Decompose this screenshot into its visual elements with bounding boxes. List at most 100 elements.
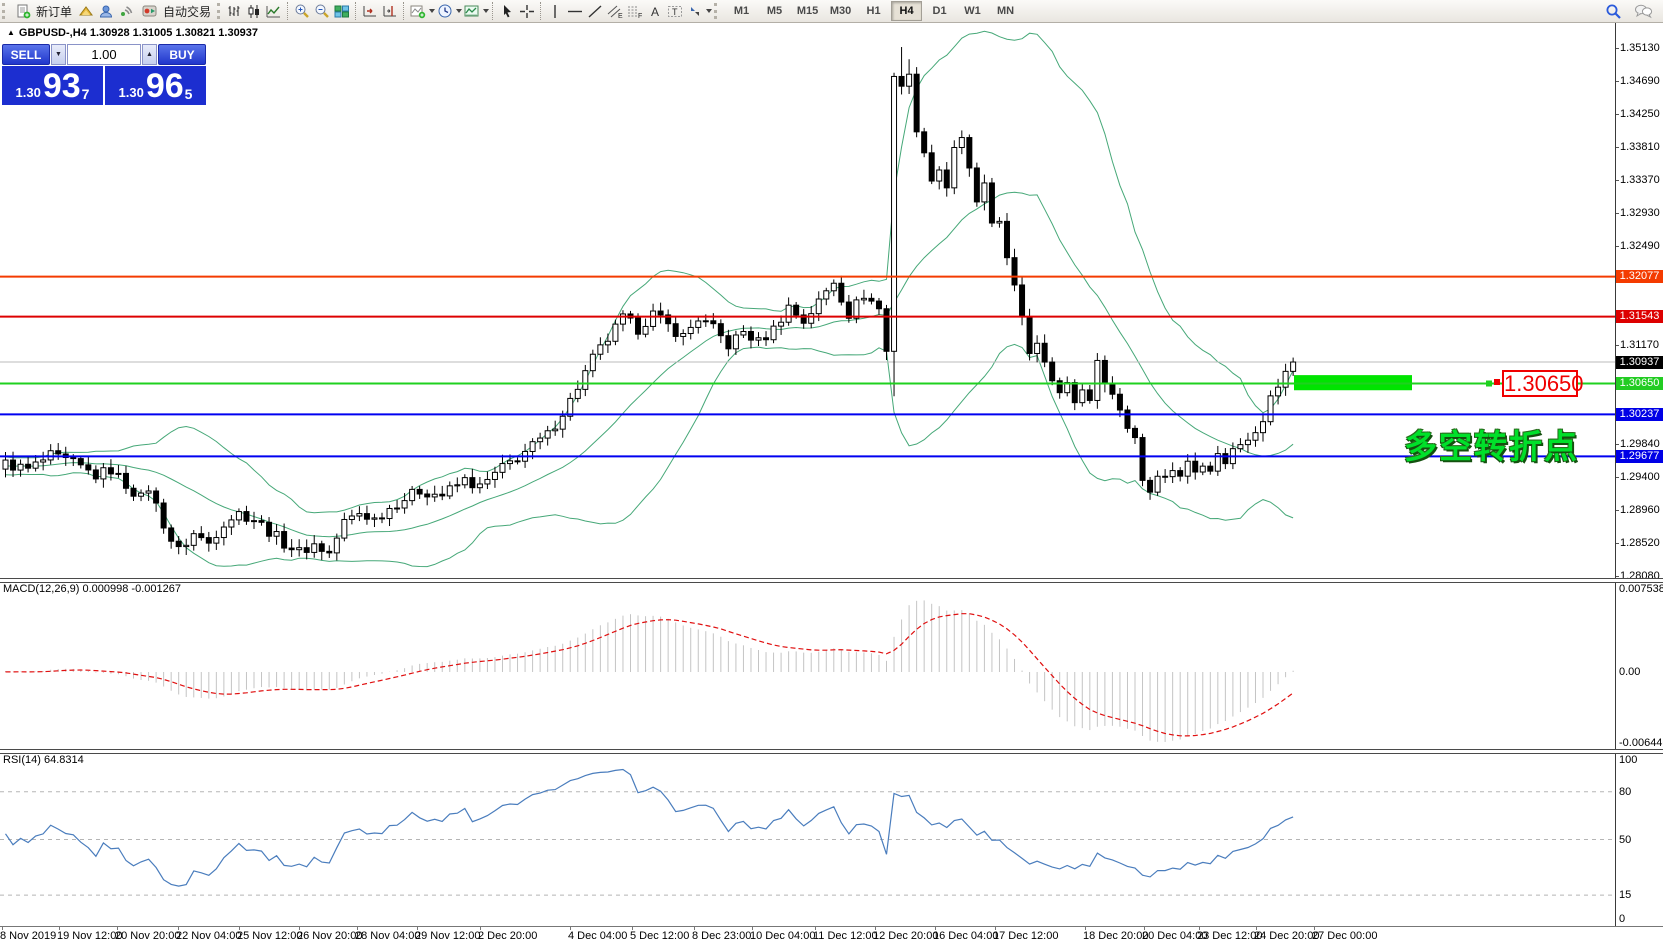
- volume-decrease-button[interactable]: ▼: [51, 44, 66, 65]
- toolbar-separator: [403, 2, 404, 20]
- line-anchor-square: [1486, 381, 1492, 387]
- timeframe-m15-button[interactable]: M15: [792, 1, 823, 21]
- vertical-line-icon[interactable]: [545, 1, 565, 21]
- rsi-pane-separator[interactable]: [0, 749, 1663, 754]
- trendline-icon[interactable]: [585, 1, 605, 21]
- signals-icon[interactable]: [116, 1, 136, 21]
- svg-text:E: E: [618, 13, 623, 19]
- horizontal-line-icon[interactable]: [565, 1, 585, 21]
- timeframe-d1-button[interactable]: D1: [924, 1, 955, 21]
- time-axis-label: 29 Nov 12:00: [415, 930, 480, 942]
- macd-pane-separator[interactable]: [0, 578, 1663, 583]
- auto-trading-icon: [140, 1, 160, 21]
- line-chart-icon[interactable]: [264, 1, 284, 21]
- callout-anchor-square[interactable]: [1494, 379, 1500, 385]
- price-axis-line: [1615, 22, 1616, 926]
- buy-price[interactable]: 1.30965: [105, 66, 206, 105]
- search-icon[interactable]: [1603, 1, 1623, 21]
- volume-input[interactable]: 1.00: [67, 44, 141, 65]
- tile-windows-icon[interactable]: [332, 1, 352, 21]
- annotation-text[interactable]: 多空转折点: [1404, 420, 1579, 468]
- timeframe-bar: M1M5M15M30H1H4D1W1MN: [725, 1, 1022, 21]
- rsi-line: [6, 770, 1294, 887]
- template-icon[interactable]: [462, 1, 482, 21]
- toolbar: 新订单 自动交易 E F A T M1M5M15M30H1H4D1W1MN: [0, 0, 1663, 23]
- market-watch-icon[interactable]: [76, 1, 96, 21]
- time-axis-label: 22 Nov 04:00: [176, 930, 241, 942]
- time-axis-label: 11 Dec 12:00: [813, 930, 878, 942]
- buy-price-pip: 5: [185, 86, 193, 102]
- auto-scroll-icon[interactable]: [360, 1, 380, 21]
- timeframe-m5-button[interactable]: M5: [759, 1, 790, 21]
- cursor-icon[interactable]: [497, 1, 517, 21]
- text-icon[interactable]: A: [645, 1, 665, 21]
- rsi-indicator-label: RSI(14) 64.8314: [3, 754, 84, 766]
- new-order-button[interactable]: 新订单: [9, 1, 76, 21]
- time-axis-label: 24 Dec 20:00: [1254, 930, 1319, 942]
- svg-text:A: A: [651, 5, 659, 19]
- time-axis-label: 5 Dec 12:00: [630, 930, 689, 942]
- bollinger-bands: [6, 31, 1294, 566]
- community-icon[interactable]: [96, 1, 116, 21]
- toolbar-separator: [355, 2, 356, 20]
- toolbar-separator: [492, 2, 493, 20]
- template-dropdown-icon[interactable]: [483, 9, 489, 13]
- buy-price-prefix: 1.30: [119, 85, 144, 100]
- timeframe-w1-button[interactable]: W1: [957, 1, 988, 21]
- macd-indicator-label: MACD(12,26,9) 0.000998 -0.001267: [3, 583, 181, 595]
- time-axis-line: [0, 926, 1663, 927]
- macd-signal-line: [6, 614, 1294, 736]
- time-axis-label: 17 Dec 12:00: [993, 930, 1058, 942]
- new-order-icon: [13, 1, 33, 21]
- new-order-label: 新订单: [36, 3, 72, 20]
- candlestick-chart-icon[interactable]: [244, 1, 264, 21]
- timeframe-m1-button[interactable]: M1: [726, 1, 757, 21]
- buy-button[interactable]: BUY: [158, 44, 206, 65]
- arrows-icon[interactable]: [685, 1, 705, 21]
- buy-price-big: 96: [146, 71, 184, 102]
- time-axis-label: 12 Dec 20:00: [873, 930, 938, 942]
- time-axis-label: 8 Dec 23:00: [692, 930, 751, 942]
- price-callout-label[interactable]: 1.30650: [1502, 370, 1578, 397]
- sell-price-big: 93: [43, 71, 81, 102]
- text-label-icon[interactable]: T: [665, 1, 685, 21]
- time-axis-label: 2 Dec 20:00: [478, 930, 537, 942]
- sell-button[interactable]: SELL: [2, 44, 50, 65]
- time-axis-label: 18 Dec 20:00: [1083, 930, 1148, 942]
- time-axis-label: 19 Nov 12:00: [57, 930, 122, 942]
- timeframe-h1-button[interactable]: H1: [858, 1, 889, 21]
- time-axis-label: 25 Nov 12:00: [237, 930, 302, 942]
- time-axis-label: 20 Nov 20:00: [115, 930, 180, 942]
- timeframe-mn-button[interactable]: MN: [990, 1, 1021, 21]
- auto-trading-button[interactable]: 自动交易: [136, 1, 215, 21]
- chart-shift-icon[interactable]: [380, 1, 400, 21]
- timeframe-h4-button[interactable]: H4: [891, 1, 922, 21]
- auto-trading-label: 自动交易: [163, 3, 211, 20]
- equidistant-channel-icon[interactable]: E: [605, 1, 625, 21]
- zoom-out-icon[interactable]: [312, 1, 332, 21]
- collapse-trade-panel-icon[interactable]: ▲: [7, 28, 15, 37]
- time-axis-label: 27 Dec 00:00: [1312, 930, 1377, 942]
- sell-price-prefix: 1.30: [16, 85, 41, 100]
- sell-price-pip: 7: [82, 86, 90, 102]
- timeframe-m30-button[interactable]: M30: [825, 1, 856, 21]
- add-indicator-icon[interactable]: [408, 1, 428, 21]
- sell-price[interactable]: 1.30937: [2, 66, 103, 105]
- period-clock-icon[interactable]: [435, 1, 455, 21]
- bar-chart-icon[interactable]: [224, 1, 244, 21]
- time-axis-label: 23 Dec 12:00: [1197, 930, 1262, 942]
- svg-text:F: F: [638, 13, 642, 19]
- fibonacci-icon[interactable]: F: [625, 1, 645, 21]
- chat-icon[interactable]: [1633, 1, 1653, 21]
- toolbar-grip: [714, 3, 717, 19]
- one-click-trading-panel: SELL ▼ 1.00 ▲ BUY 1.30937 1.30965: [2, 44, 206, 105]
- time-axis-label: 28 Nov 04:00: [355, 930, 420, 942]
- volume-increase-button[interactable]: ▲: [142, 44, 157, 65]
- crosshair-icon[interactable]: [517, 1, 537, 21]
- arrows-dropdown-icon[interactable]: [706, 9, 712, 13]
- zoom-in-icon[interactable]: [292, 1, 312, 21]
- toolbar-grip: [2, 3, 5, 19]
- chart-canvas[interactable]: [0, 0, 1663, 944]
- time-axis-label: 16 Dec 04:00: [933, 930, 998, 942]
- toolbar-grip: [217, 3, 220, 19]
